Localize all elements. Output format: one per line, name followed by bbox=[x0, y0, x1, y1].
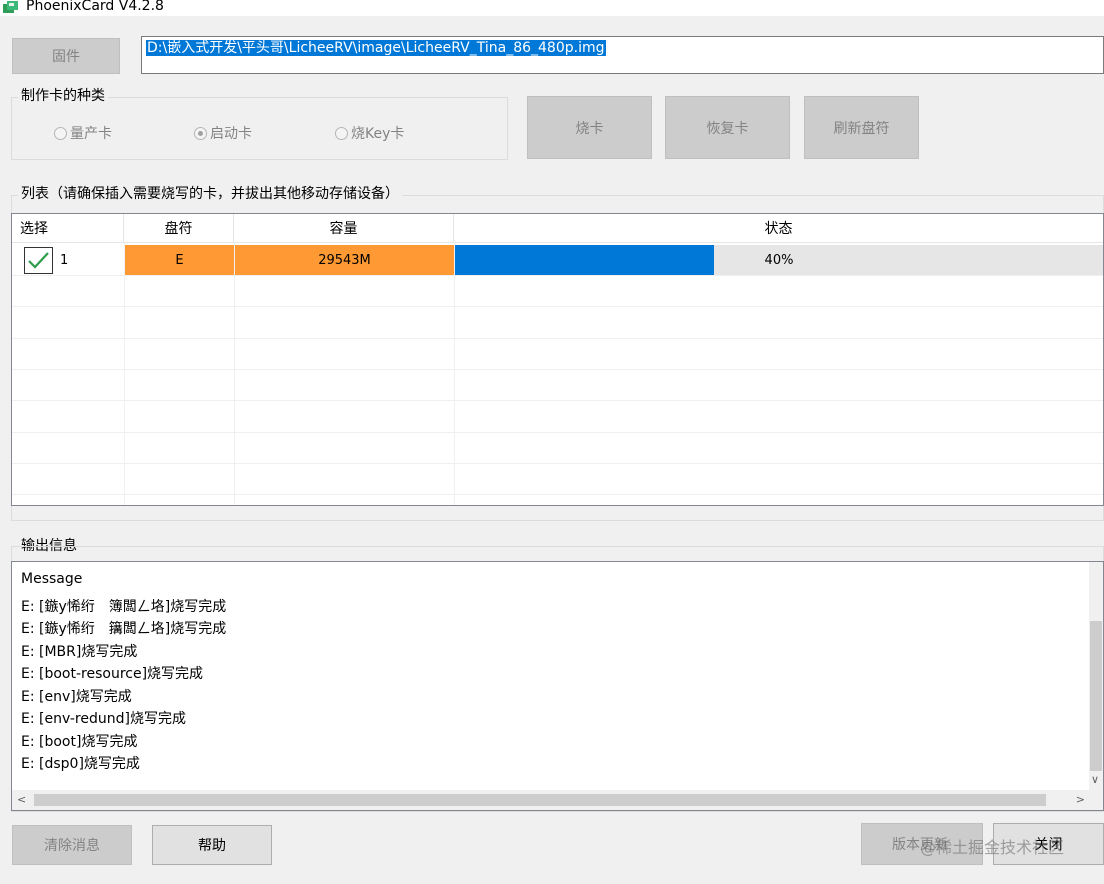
row-checkbox[interactable] bbox=[24, 247, 53, 274]
log-line: E: [鏃у悕绗 簼闆ㄥ垎]烧写完成 bbox=[21, 621, 227, 637]
row-index: 1 bbox=[60, 252, 69, 268]
output-log[interactable]: Message E: [鏃у悕绗 簿闆ㄥ垎]烧写完成 E: [鏃у悕绗 簼闆ㄥ垎… bbox=[11, 561, 1104, 811]
radio-circle-icon bbox=[335, 126, 348, 140]
list-header: 选择 盘符 容量 状态 bbox=[12, 214, 1103, 243]
log-line: E: [env-redund]烧写完成 bbox=[21, 711, 186, 727]
grid-line bbox=[12, 400, 1103, 401]
horizontal-scroll-thumb[interactable] bbox=[34, 794, 1046, 806]
grid-line bbox=[454, 242, 455, 505]
radio-label: 烧Key卡 bbox=[351, 126, 405, 142]
log-line: E: [dsp0]烧写完成 bbox=[21, 756, 140, 772]
grid-line bbox=[12, 463, 1103, 464]
grid-line bbox=[12, 338, 1103, 339]
firmware-button[interactable]: 固件 bbox=[12, 38, 120, 74]
column-status[interactable]: 状态 bbox=[454, 214, 1103, 242]
list-label: 列表（请确保插入需要烧写的卡，并拔出其他移动存储设备） bbox=[18, 186, 402, 203]
scroll-left-arrow-icon[interactable]: < bbox=[17, 794, 26, 806]
radio-key-card[interactable]: 烧Key卡 bbox=[335, 123, 404, 143]
grid-line bbox=[12, 275, 1103, 276]
grid-line bbox=[12, 306, 1103, 307]
firmware-path-field[interactable]: D:\嵌入式开发\平头哥\LicheeRV\image\LicheeRV_Tin… bbox=[141, 36, 1104, 74]
row-progress-bar: 40% bbox=[455, 245, 1103, 275]
title-bar: PhoenixCard V4.2.8 bbox=[0, 0, 1104, 16]
radio-circle-icon bbox=[54, 126, 67, 140]
refresh-drives-button[interactable]: 刷新盘符 bbox=[804, 96, 919, 159]
row-status: 40% bbox=[764, 252, 794, 268]
row-drive: E bbox=[125, 245, 234, 275]
window-title: PhoenixCard V4.2.8 bbox=[26, 0, 164, 14]
grid-line bbox=[12, 494, 1103, 495]
log-line: E: [boot-resource]烧写完成 bbox=[21, 666, 204, 682]
card-type-label: 制作卡的种类 bbox=[18, 88, 108, 105]
grid-line bbox=[124, 242, 125, 505]
grid-line bbox=[12, 369, 1103, 370]
horizontal-scrollbar[interactable]: < > bbox=[12, 790, 1103, 810]
radio-label: 启动卡 bbox=[210, 126, 252, 142]
column-select[interactable]: 选择 bbox=[12, 214, 124, 242]
column-capacity[interactable]: 容量 bbox=[234, 214, 454, 242]
radio-boot-card[interactable]: 启动卡 bbox=[194, 123, 252, 143]
log-line: E: [MBR]烧写完成 bbox=[21, 644, 138, 660]
device-list[interactable]: 选择 盘符 容量 状态 1 E 29543M 40% bbox=[11, 213, 1104, 506]
clear-messages-button[interactable]: 清除消息 bbox=[12, 825, 132, 865]
burn-card-button[interactable]: 烧卡 bbox=[527, 96, 652, 159]
radio-label: 量产卡 bbox=[70, 126, 112, 142]
firmware-path-text: D:\嵌入式开发\平头哥\LicheeRV\image\LicheeRV_Tin… bbox=[146, 40, 606, 56]
log-line: Message bbox=[21, 571, 83, 587]
column-drive[interactable]: 盘符 bbox=[124, 214, 234, 242]
log-line: E: [boot]烧写完成 bbox=[21, 734, 138, 750]
scroll-down-arrow-icon[interactable]: ∨ bbox=[1091, 774, 1099, 786]
app-icon bbox=[2, 0, 20, 14]
scroll-right-arrow-icon[interactable]: > bbox=[1076, 794, 1085, 806]
log-line: E: [env]烧写完成 bbox=[21, 689, 132, 705]
grid-line bbox=[234, 242, 235, 505]
watermark: @稀土掘金技术社区 bbox=[920, 838, 1065, 857]
grid-line bbox=[12, 432, 1103, 433]
vertical-scroll-thumb[interactable] bbox=[1090, 621, 1102, 771]
row-capacity: 29543M bbox=[235, 245, 454, 275]
restore-card-button[interactable]: 恢复卡 bbox=[665, 96, 790, 159]
help-button[interactable]: 帮助 bbox=[152, 825, 272, 865]
checkmark-icon bbox=[28, 252, 49, 269]
log-line: E: [鏃у悕绗 簿闆ㄥ垎]烧写完成 bbox=[21, 599, 227, 615]
radio-checked-icon bbox=[194, 126, 207, 140]
radio-mass-production-card[interactable]: 量产卡 bbox=[54, 123, 112, 143]
vertical-scrollbar[interactable]: ∨ bbox=[1089, 562, 1103, 790]
